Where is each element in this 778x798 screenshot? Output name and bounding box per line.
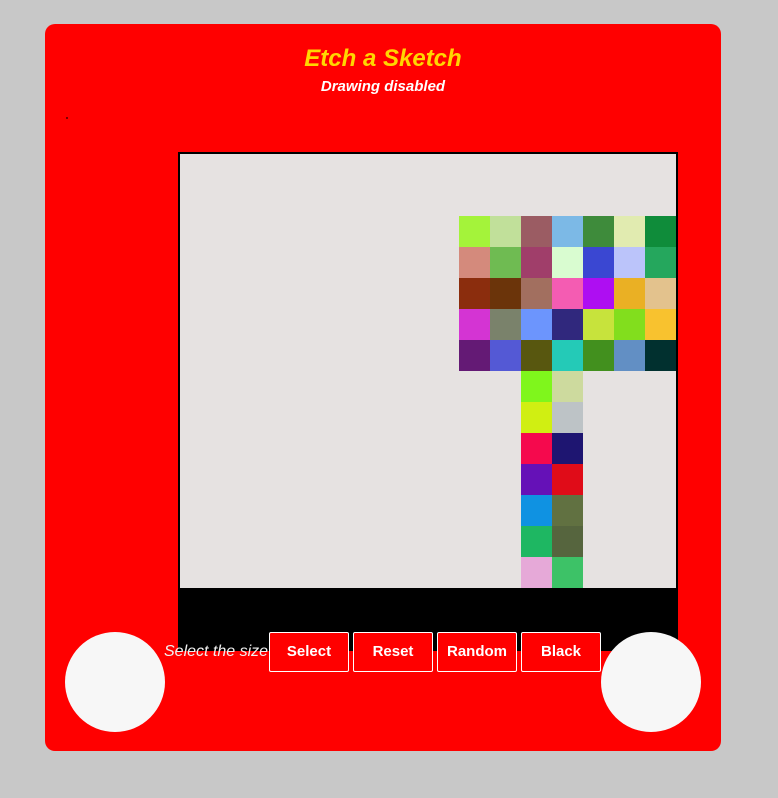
grid-cell[interactable] (614, 247, 645, 278)
grid-cell[interactable] (583, 247, 614, 278)
left-knob[interactable] (65, 632, 165, 732)
grid-cell[interactable] (552, 247, 583, 278)
grid-cell[interactable] (552, 278, 583, 309)
grid-cell[interactable] (583, 309, 614, 340)
grid-cell[interactable] (521, 433, 552, 464)
grid-cell[interactable] (490, 216, 521, 247)
grid-cell[interactable] (459, 278, 490, 309)
grid-cell[interactable] (552, 340, 583, 371)
grid-cell[interactable] (521, 557, 552, 588)
grid-cell[interactable] (521, 309, 552, 340)
grid-cell[interactable] (521, 495, 552, 526)
right-knob[interactable] (601, 632, 701, 732)
grid-cell[interactable] (552, 371, 583, 402)
grid-cell[interactable] (459, 247, 490, 278)
grid-cell[interactable] (552, 495, 583, 526)
grid-cell[interactable] (645, 309, 676, 340)
grid-cell[interactable] (521, 278, 552, 309)
grid-cell[interactable] (490, 278, 521, 309)
drawing-grid[interactable] (178, 152, 678, 590)
random-button[interactable]: Random (437, 632, 517, 672)
page-title: Etch a Sketch (304, 45, 462, 72)
grid-cell[interactable] (614, 216, 645, 247)
grid-cell[interactable] (459, 340, 490, 371)
grid-cell[interactable] (583, 216, 614, 247)
grid-cell[interactable] (459, 309, 490, 340)
grid-cell[interactable] (552, 402, 583, 433)
drawing-status: Drawing disabled (320, 78, 446, 95)
grid-cell[interactable] (552, 309, 583, 340)
grid-cell[interactable] (645, 216, 676, 247)
grid-cell[interactable] (583, 278, 614, 309)
grid-cell[interactable] (552, 464, 583, 495)
grid-cell[interactable] (552, 526, 583, 557)
grid-cell[interactable] (614, 278, 645, 309)
grid-cell[interactable] (645, 278, 676, 309)
grid-cell[interactable] (614, 340, 645, 371)
size-label: Select the size (164, 643, 269, 660)
reset-button[interactable]: Reset (353, 632, 433, 672)
decorative-dot (66, 117, 68, 119)
grid-cell[interactable] (490, 309, 521, 340)
black-button[interactable]: Black (521, 632, 601, 672)
etch-a-sketch-frame: Etch a Sketch Drawing disabled Select th… (45, 24, 721, 751)
grid-cell[interactable] (614, 309, 645, 340)
grid-cell[interactable] (583, 340, 614, 371)
grid-cell[interactable] (521, 464, 552, 495)
grid-cell[interactable] (552, 433, 583, 464)
grid-cell[interactable] (521, 526, 552, 557)
grid-cell[interactable] (521, 216, 552, 247)
select-button[interactable]: Select (269, 632, 349, 672)
grid-cell[interactable] (459, 216, 490, 247)
grid-cell[interactable] (521, 340, 552, 371)
grid-cell[interactable] (552, 216, 583, 247)
grid-cell[interactable] (490, 340, 521, 371)
grid-cell[interactable] (552, 557, 583, 588)
grid-cell[interactable] (521, 247, 552, 278)
grid-cell[interactable] (645, 340, 676, 371)
grid-cell[interactable] (645, 247, 676, 278)
grid-cell[interactable] (490, 247, 521, 278)
grid-cell[interactable] (521, 371, 552, 402)
grid-cell[interactable] (521, 402, 552, 433)
